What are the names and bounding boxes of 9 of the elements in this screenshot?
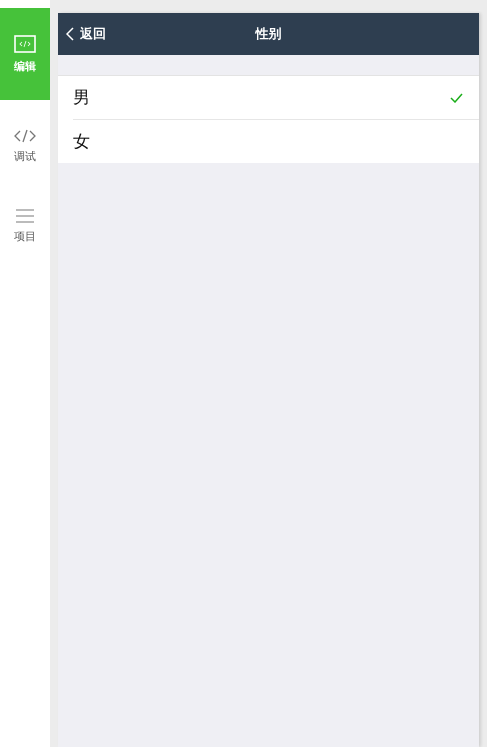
option-item[interactable]: 女 [73,119,479,163]
code-icon [14,34,36,52]
back-button[interactable]: 返回 [66,25,106,43]
option-item[interactable]: 男 [73,76,479,119]
code-icon [14,128,36,142]
page-title: 性别 [256,26,282,43]
chevron-left-icon [66,27,74,41]
menu-icon [16,208,34,222]
check-icon [450,92,463,102]
